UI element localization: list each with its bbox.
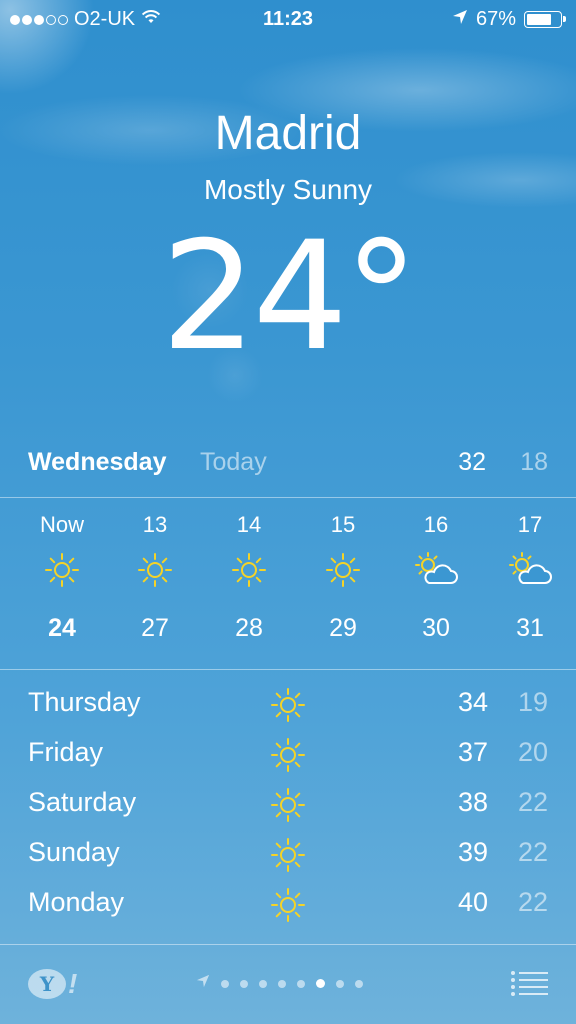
forecast-row: Thursday 34 19 — [0, 683, 576, 733]
partly-cloudy-icon — [396, 540, 476, 600]
forecast-high: 37 — [457, 737, 488, 767]
forecast-day: Sunday — [28, 837, 120, 867]
forecast-row: Monday 40 22 — [0, 883, 576, 933]
sun-icon — [268, 883, 308, 927]
divider — [0, 497, 576, 498]
divider — [0, 944, 576, 945]
today-label: Today — [200, 448, 267, 476]
page-dot-active — [316, 979, 325, 988]
hour-label: 15 — [330, 512, 356, 537]
battery-icon — [524, 11, 566, 28]
sun-icon — [268, 783, 308, 827]
hour-temp: 24 — [48, 614, 76, 642]
forecast-low: 22 — [517, 837, 548, 867]
hour-temp: 31 — [516, 614, 544, 642]
hour-cell: 17 31 — [490, 510, 570, 648]
today-high: 32 — [458, 448, 486, 476]
location-arrow-icon — [196, 974, 210, 993]
hour-label: 16 — [423, 512, 449, 537]
forecast-row: Friday 37 20 — [0, 733, 576, 783]
forecast-low: 20 — [517, 737, 548, 767]
forecast-low: 22 — [517, 887, 548, 917]
hour-cell: Now 24 — [22, 510, 102, 648]
forecast-day: Friday — [28, 737, 104, 767]
current-temperature: 24° — [0, 210, 576, 384]
forecast-day: Monday — [28, 887, 125, 917]
yahoo-logo-mark: ! — [68, 968, 78, 999]
hour-label: Now — [39, 512, 84, 537]
hour-cell: 15 29 — [303, 510, 383, 648]
forecast-low: 22 — [517, 787, 548, 817]
yahoo-logo-button[interactable]: Y ! — [28, 968, 77, 1000]
hour-cell: 13 27 — [115, 510, 195, 648]
partly-cloudy-icon — [490, 540, 570, 600]
sun-icon — [303, 540, 383, 600]
forecast-high: 34 — [457, 687, 488, 717]
forecast-day: Saturday — [28, 787, 137, 817]
sun-icon — [268, 733, 308, 777]
battery-percent: 67% — [475, 8, 516, 30]
hour-temp: 28 — [235, 614, 263, 642]
hour-temp: 30 — [422, 614, 450, 642]
hour-temp: 27 — [141, 614, 169, 642]
page-dot — [297, 979, 305, 988]
hour-label: 13 — [142, 512, 168, 537]
location-arrow-icon — [452, 8, 468, 31]
weather-condition: Mostly Sunny — [203, 174, 373, 205]
page-dot — [336, 979, 344, 988]
status-bar: O2-UK 11:23 67% — [0, 0, 576, 38]
yahoo-logo-icon: Y — [28, 969, 66, 999]
sun-icon — [22, 540, 102, 600]
forecast-day: Thursday — [28, 687, 141, 717]
page-dot — [259, 979, 267, 988]
city-list-button[interactable] — [510, 970, 548, 998]
page-dot — [278, 979, 286, 988]
page-dot — [240, 979, 248, 988]
hour-label: 17 — [517, 512, 543, 537]
sun-icon — [209, 540, 289, 600]
degree-symbol: ° — [343, 210, 419, 384]
sun-icon — [268, 833, 308, 877]
sun-icon — [268, 683, 308, 727]
bottom-toolbar: Y ! — [0, 960, 576, 1010]
page-indicator[interactable] — [196, 974, 363, 993]
forecast-high: 38 — [457, 787, 488, 817]
forecast-row: Sunday 39 22 — [0, 833, 576, 883]
forecast-high: 39 — [457, 837, 488, 867]
today-low: 18 — [520, 448, 548, 476]
status-right: 67% — [452, 8, 566, 31]
today-day: Wednesday — [28, 448, 167, 476]
today-row: Wednesday Today 32 18 — [0, 448, 576, 486]
hourly-forecast[interactable]: Now 24 13 27 14 28 15 29 16 30 17 31 — [0, 510, 576, 660]
hour-cell: 16 30 — [396, 510, 476, 648]
forecast-high: 40 — [457, 887, 488, 917]
hour-temp: 29 — [329, 614, 357, 642]
forecast-low: 19 — [517, 687, 548, 717]
sun-icon — [115, 540, 195, 600]
temperature-value: 24 — [161, 210, 348, 384]
divider — [0, 669, 576, 670]
hour-cell: 14 28 — [209, 510, 289, 648]
page-dot — [221, 979, 229, 988]
page-dot — [355, 979, 363, 988]
hour-label: 14 — [236, 512, 262, 537]
list-icon — [511, 971, 548, 996]
city-name: Madrid — [214, 107, 362, 160]
forecast-row: Saturday 38 22 — [0, 783, 576, 833]
